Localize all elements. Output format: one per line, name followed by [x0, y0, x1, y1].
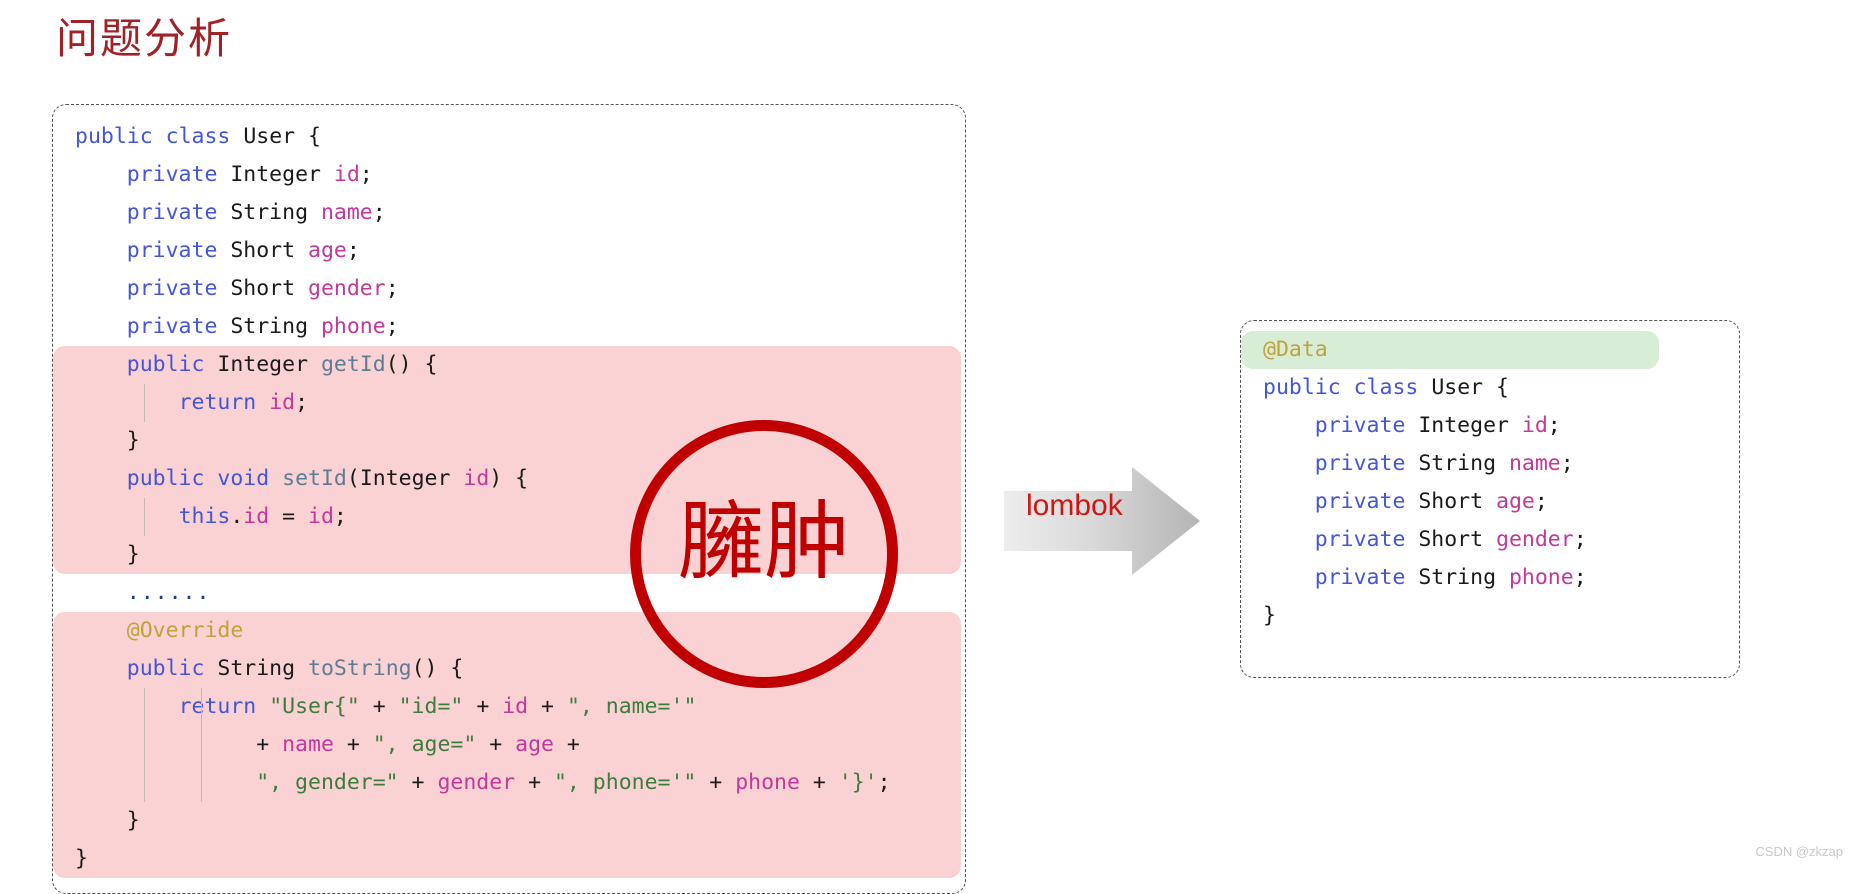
code-line: private String phone;	[53, 308, 965, 346]
code-line: private Short gender;	[1241, 521, 1739, 559]
indent-guide	[201, 726, 202, 764]
code-text: }	[75, 808, 140, 833]
after-code-lines: @Data public class User { private Integer…	[1241, 321, 1739, 635]
code-line: public class User {	[53, 118, 965, 156]
after-code-card: @Data public class User { private Integer…	[1240, 320, 1740, 678]
lombok-arrow-label: lombok	[1026, 489, 1123, 522]
code-text: private Integer id;	[126, 162, 373, 187]
code-text: private String phone;	[126, 314, 399, 339]
code-text: private Short gender;	[126, 276, 399, 301]
code-text: private Short age;	[1314, 489, 1548, 514]
code-line: + name + ", age=" + age +	[53, 726, 961, 764]
code-text: public class User {	[75, 124, 321, 149]
code-text: public String toString() {	[126, 656, 464, 681]
code-text: @Override	[126, 618, 244, 643]
code-text: public void setId(Integer id) {	[126, 466, 529, 491]
code-line: private String phone;	[1241, 559, 1739, 597]
code-text: return id;	[178, 390, 309, 415]
code-text: public Integer getId() {	[126, 352, 438, 377]
indent-guide	[201, 764, 202, 802]
code-line: private Short age;	[53, 232, 965, 270]
code-text: private String name;	[1314, 451, 1574, 476]
code-text: + name + ", age=" + age +	[75, 732, 580, 757]
code-text: @Data	[1263, 337, 1328, 362]
code-text: ", gender=" + gender + ", phone='" + pho…	[256, 770, 891, 795]
code-text: private Short gender;	[1314, 527, 1587, 552]
code-line: private Integer id;	[53, 156, 965, 194]
code-line: private Integer id;	[1241, 407, 1739, 445]
bloat-annotation-label: 臃肿	[678, 494, 850, 590]
code-line: private String name;	[53, 194, 965, 232]
code-text: }	[1263, 603, 1276, 628]
indent-guide	[144, 764, 145, 802]
code-line: @Data	[1241, 331, 1659, 369]
code-text: }	[75, 428, 140, 453]
code-line: public Integer getId() {	[53, 346, 961, 384]
code-text: }	[75, 846, 88, 871]
code-text: private Short age;	[126, 238, 360, 263]
indent-guide	[201, 688, 202, 726]
code-text: private String name;	[126, 200, 386, 225]
code-line: private String name;	[1241, 445, 1739, 483]
code-line: private Short age;	[1241, 483, 1739, 521]
code-text: private Integer id;	[1314, 413, 1561, 438]
watermark: CSDN @zkzap	[1755, 844, 1843, 859]
code-text: return "User{" + "id=" + id + ", name='"	[178, 694, 697, 719]
code-line: public class User {	[1241, 369, 1739, 407]
code-text: this.id = id;	[178, 504, 347, 529]
code-line: return id;	[53, 384, 961, 422]
indent-guide	[144, 498, 145, 536]
code-text: ......	[126, 580, 211, 605]
code-text: private String phone;	[1314, 565, 1587, 590]
code-line: }	[53, 840, 961, 878]
indent-guide	[144, 726, 145, 764]
code-line: }	[1241, 597, 1739, 635]
code-text: public class User {	[1263, 375, 1509, 400]
code-line: ", gender=" + gender + ", phone='" + pho…	[53, 764, 961, 802]
indent-guide	[144, 688, 145, 726]
code-line: return "User{" + "id=" + id + ", name='"	[53, 688, 961, 726]
code-line: }	[53, 802, 961, 840]
code-line: private Short gender;	[53, 270, 965, 308]
code-text: }	[75, 542, 140, 567]
indent-guide	[144, 384, 145, 422]
page-title: 问题分析	[56, 17, 233, 63]
